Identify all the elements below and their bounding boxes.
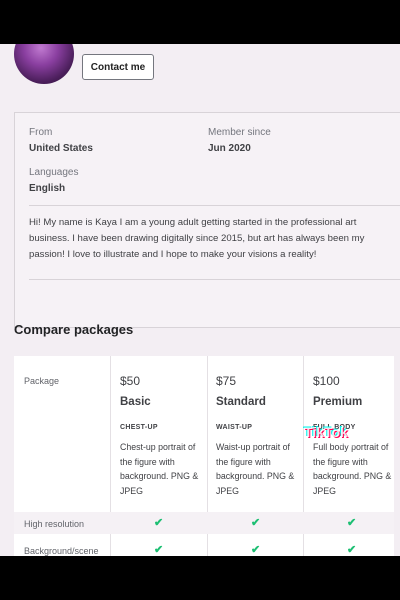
package-row-label: Package <box>24 376 60 386</box>
seller-bio: Hi! My name is Kaya I am a young adult g… <box>29 217 365 260</box>
tiktok-watermark: TikTok <box>304 424 348 440</box>
tier-description: Chest-up portrait of the figure with bac… <box>120 442 199 496</box>
divider <box>29 205 400 206</box>
check-icon: ✔ <box>251 517 261 529</box>
check-icon: ✔ <box>347 517 357 529</box>
tier-description: Full body portrait of the figure with ba… <box>313 442 392 496</box>
from-value: United States <box>29 143 93 154</box>
high-resolution-label: High resolution <box>24 519 85 529</box>
from-label: From <box>29 127 53 138</box>
divider <box>29 279 400 280</box>
tier-name: Premium <box>313 396 363 408</box>
contact-me-button[interactable]: Contact me <box>82 54 154 80</box>
languages-value: English <box>29 183 66 194</box>
check-icon: ✔ <box>154 517 164 529</box>
profile-screen: Contact me From United States Member sin… <box>0 44 400 556</box>
packages-table: Package $50 Basic CHEST-UP Chest-up port… <box>14 356 394 556</box>
check-icon: ✔ <box>251 544 261 556</box>
tier-name: Standard <box>216 396 266 408</box>
tiktok-handle: @kaya <box>338 442 357 448</box>
tier-name: Basic <box>120 396 151 408</box>
check-icon: ✔ <box>154 544 164 556</box>
seller-info-card: From United States Member since Jun 2020… <box>14 112 400 328</box>
languages-label: Languages <box>29 167 79 178</box>
member-since-value: Jun 2020 <box>208 143 251 154</box>
compare-packages-title: Compare packages <box>14 322 134 337</box>
tier-description: Waist-up portrait of the figure with bac… <box>216 442 295 496</box>
tier-subtitle: CHEST-UP <box>120 424 158 431</box>
tier-price: $100 <box>313 374 340 388</box>
background-scene-label: Background/scene <box>24 546 99 556</box>
tier-subtitle: WAIST-UP <box>216 424 253 431</box>
tier-price: $50 <box>120 374 141 388</box>
check-icon: ✔ <box>347 544 357 556</box>
member-since-label: Member since <box>208 127 271 138</box>
tier-price: $75 <box>216 374 237 388</box>
avatar[interactable] <box>14 44 74 84</box>
